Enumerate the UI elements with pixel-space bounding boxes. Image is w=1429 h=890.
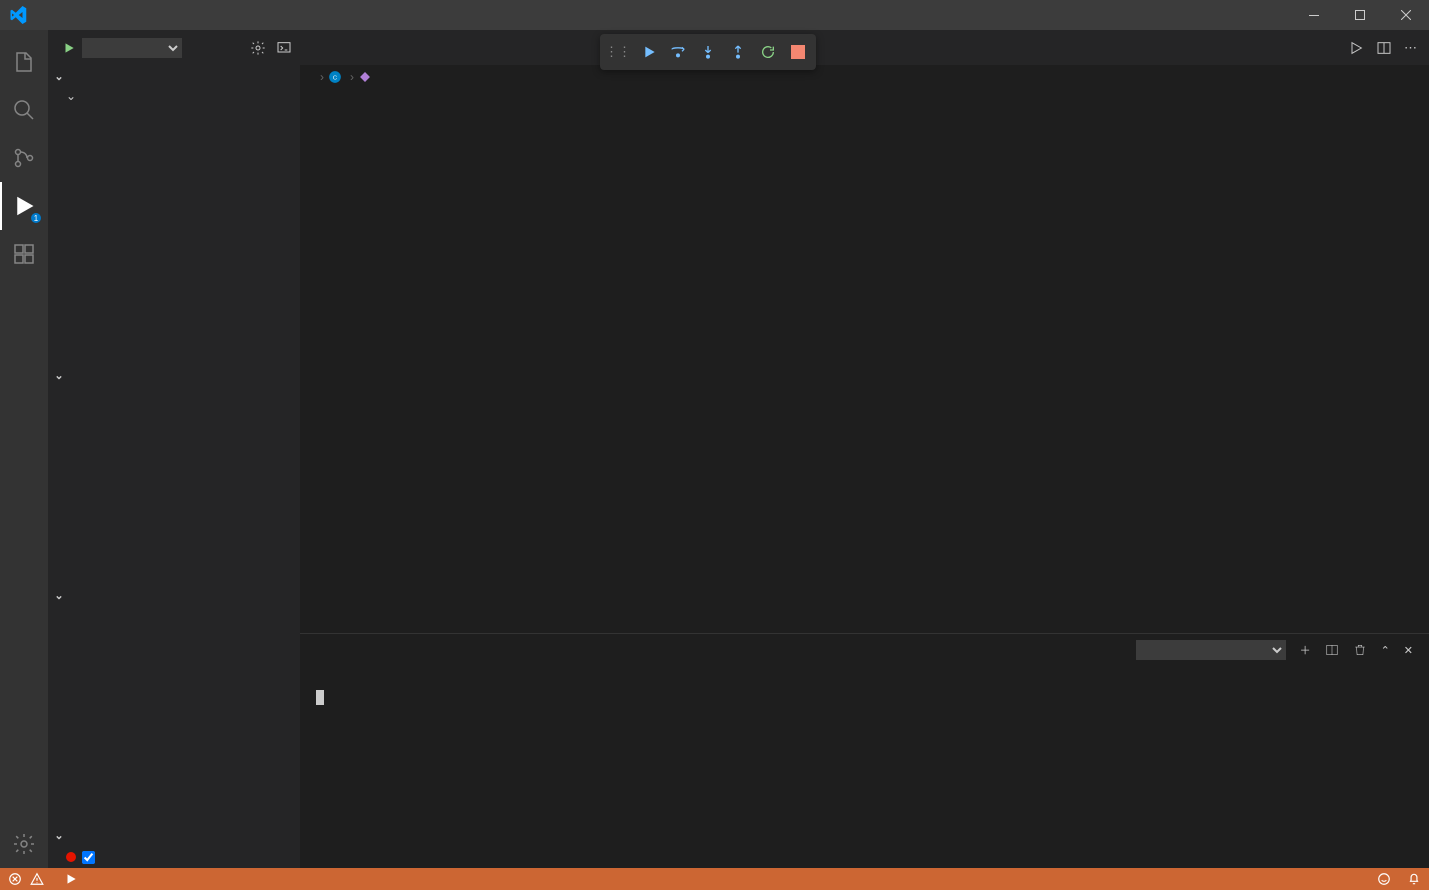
debug-config-dropdown[interactable] [82, 38, 182, 58]
status-bar [0, 868, 1429, 890]
code-editor[interactable] [300, 89, 1349, 633]
bottom-panel: ＋ ⌃ ✕ [300, 633, 1429, 868]
maximize-button[interactable] [1337, 0, 1383, 30]
locals-scope[interactable]: ⌄ [48, 87, 300, 105]
breadcrumb[interactable]: › C › [300, 65, 1429, 89]
step-into-button[interactable] [694, 38, 722, 66]
minimize-button[interactable] [1291, 0, 1337, 30]
maximize-panel-icon[interactable]: ⌃ [1381, 644, 1390, 657]
stop-button[interactable] [784, 38, 812, 66]
split-editor-icon[interactable] [1376, 40, 1392, 56]
search-icon[interactable] [0, 86, 48, 134]
new-terminal-icon[interactable]: ＋ [1300, 642, 1311, 658]
step-out-button[interactable] [724, 38, 752, 66]
status-feedback-icon[interactable] [1369, 872, 1399, 886]
close-button[interactable] [1383, 0, 1429, 30]
more-actions-icon[interactable]: ⋯ [1404, 40, 1417, 56]
explorer-icon[interactable] [0, 38, 48, 86]
terminal-selector[interactable] [1136, 640, 1286, 660]
debug-toolbar[interactable]: ⋮⋮ [600, 34, 816, 70]
toolbar-grip-icon[interactable]: ⋮⋮ [604, 38, 632, 66]
title-bar [0, 0, 1429, 30]
status-errors[interactable] [0, 868, 56, 890]
method-icon [358, 70, 372, 84]
svg-text:C: C [333, 75, 337, 81]
run-debug-icon[interactable]: 1 [0, 182, 48, 230]
vscode-logo-icon [0, 6, 35, 24]
run-file-icon[interactable] [1348, 40, 1364, 56]
close-panel-icon[interactable]: ✕ [1404, 644, 1413, 657]
trash-icon[interactable] [1353, 643, 1367, 657]
breakpoint-checkbox[interactable] [82, 851, 95, 864]
editor-area: ⋯ ⋮⋮ › C › ＋ [300, 30, 1429, 868]
watch-section-header[interactable]: ⌄ [48, 365, 300, 387]
source-control-icon[interactable] [0, 134, 48, 182]
continue-button[interactable] [634, 38, 662, 66]
debug-console-icon[interactable] [276, 40, 292, 56]
terminal-cursor [316, 690, 324, 705]
editor-tabs: ⋯ [300, 30, 1429, 65]
breakpoint-dot-icon [66, 852, 76, 862]
minimap[interactable] [1349, 89, 1429, 633]
terminal-output[interactable] [300, 666, 1429, 868]
status-debug-task[interactable] [56, 868, 90, 890]
variable-x[interactable] [48, 105, 300, 109]
restart-button[interactable] [754, 38, 782, 66]
activity-bar: 1 [0, 30, 48, 868]
extensions-icon[interactable] [0, 230, 48, 278]
variables-section-header[interactable]: ⌄ [48, 65, 300, 87]
breakpoint-row[interactable] [48, 846, 300, 868]
status-bell-icon[interactable] [1399, 872, 1429, 886]
gear-icon[interactable] [250, 40, 266, 56]
callstack-section-header[interactable]: ⌄ [48, 584, 300, 606]
start-debug-icon[interactable] [62, 41, 76, 55]
settings-gear-icon[interactable] [0, 820, 48, 868]
cpp-file-icon: C [328, 70, 342, 84]
step-over-button[interactable] [664, 38, 692, 66]
split-terminal-icon[interactable] [1325, 643, 1339, 657]
breakpoints-section-header[interactable]: ⌄ [48, 824, 300, 846]
debug-sidebar: ⌄ ⌄ ⌄ ⌄ ⌄ [48, 30, 300, 868]
